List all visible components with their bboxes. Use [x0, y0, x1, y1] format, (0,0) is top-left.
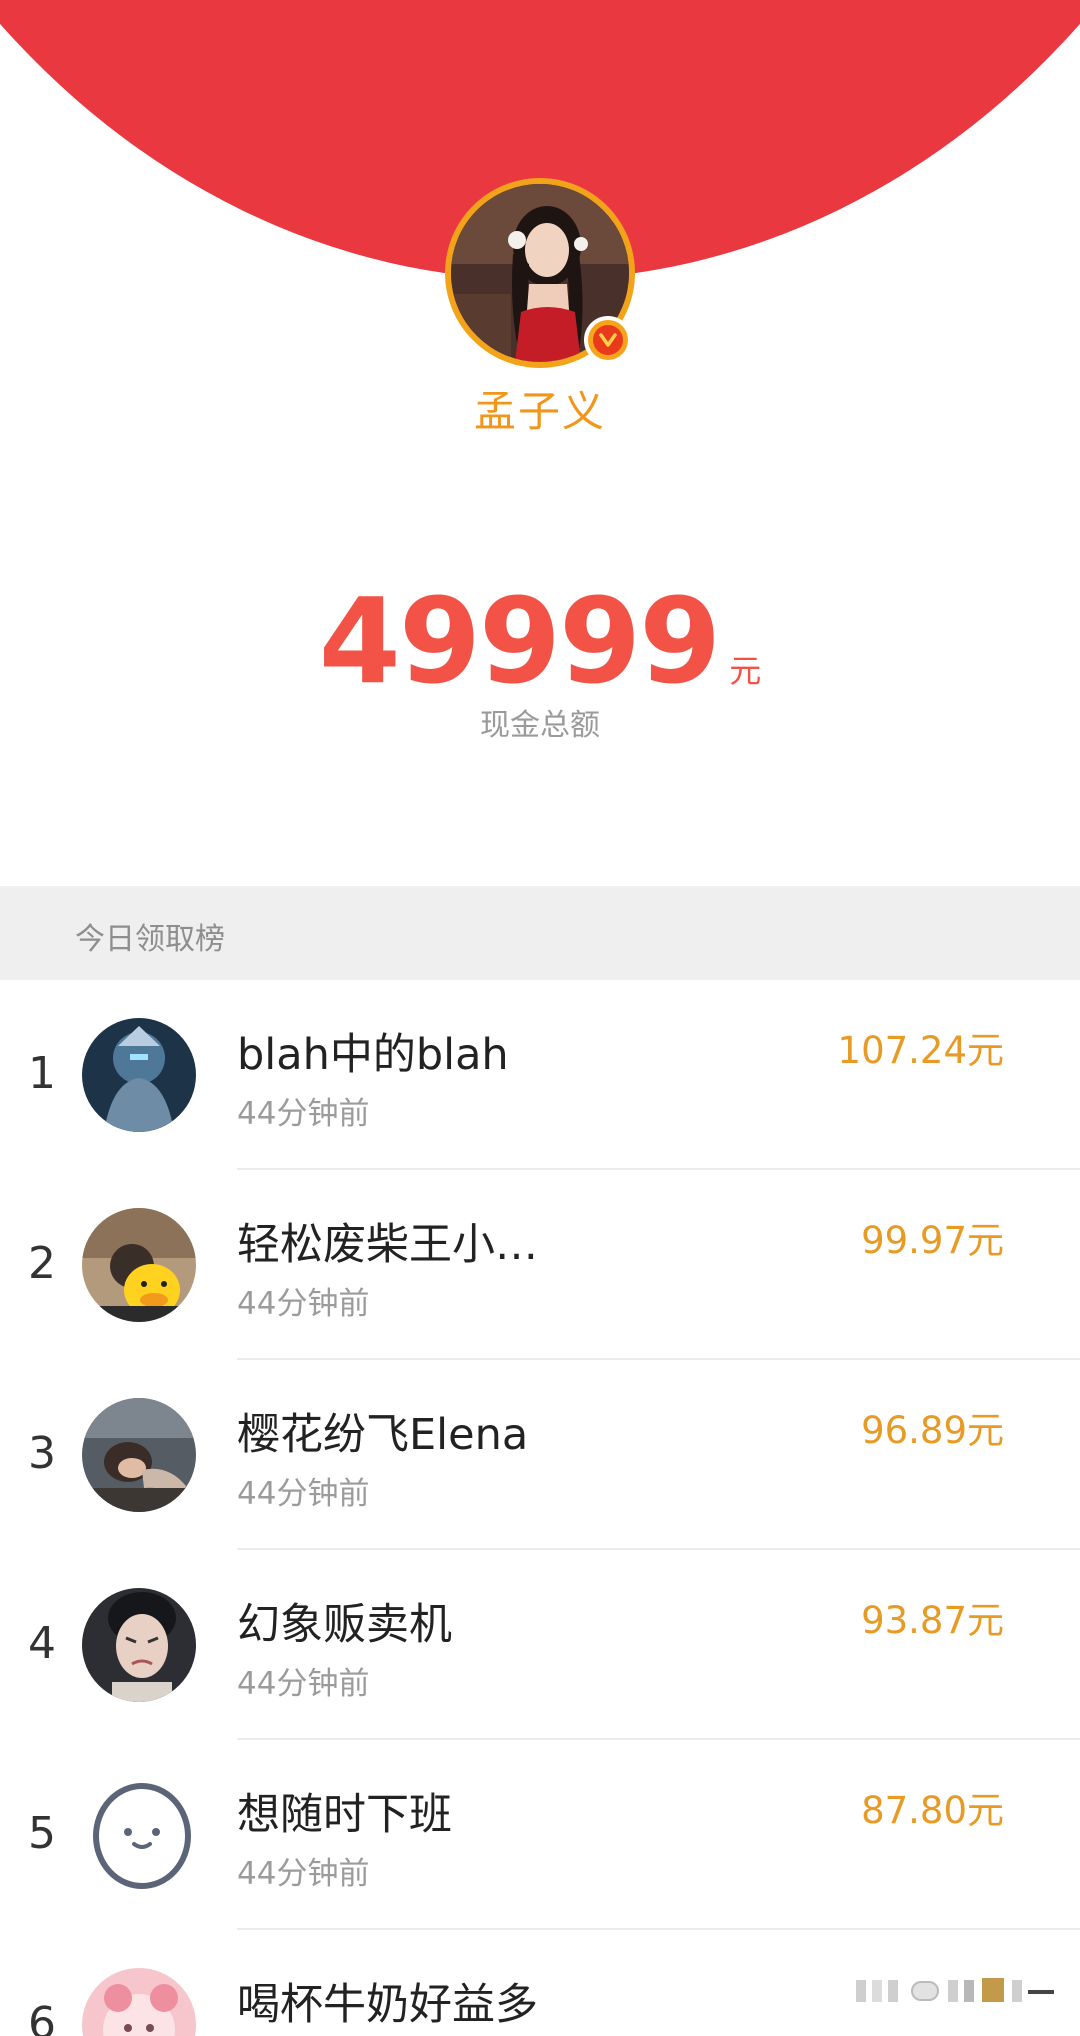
claim-amount: 96.89元 — [861, 1409, 1004, 1452]
list-item[interactable]: 3 樱花纷飞Elena 44分钟前 96.89元 — [0, 1360, 1080, 1550]
avatar[interactable] — [82, 1018, 196, 1132]
avatar[interactable] — [82, 1778, 196, 1892]
list-item[interactable]: 4 幻象贩卖机 44分钟前 93.87元 — [0, 1550, 1080, 1740]
claim-time: 44分钟前 — [237, 1856, 370, 1892]
leaderboard-header: 今日领取榜 — [0, 886, 1080, 980]
list-item[interactable]: 1 blah中的blah 44分钟前 107.24元 — [0, 980, 1080, 1170]
rank-number: 3 — [28, 1428, 56, 1479]
total-amount-unit: 元 — [729, 652, 762, 690]
avatar[interactable] — [82, 1208, 196, 1322]
total-amount: 49999 元 — [0, 572, 1080, 710]
watermark-logo — [856, 1978, 1054, 2002]
total-amount-label: 现金总额 — [480, 708, 600, 743]
user-name: 喝杯牛奶好益多 — [237, 1980, 538, 2030]
user-name: blah中的blah — [237, 1030, 509, 1080]
claim-time: 44分钟前 — [237, 1476, 370, 1512]
user-name: 幻象贩卖机 — [237, 1600, 452, 1650]
leaderboard-title: 今日领取榜 — [75, 922, 225, 957]
leaderboard-list: 1 blah中的blah 44分钟前 107.24元 2 轻松废柴王小… 44分… — [0, 980, 1080, 2036]
total-amount-value: 49999 — [318, 572, 722, 710]
claim-time: 44分钟前 — [237, 1096, 370, 1132]
rank-number: 5 — [28, 1808, 56, 1859]
avatar[interactable] — [82, 1398, 196, 1512]
user-name: 轻松废柴王小… — [237, 1220, 538, 1270]
rank-number: 1 — [28, 1048, 56, 1099]
avatar-image — [82, 1968, 196, 2036]
avatar-image — [82, 1208, 196, 1322]
red-packet-detail-page: 孟子义 49999 元 现金总额 今日领取榜 1 blah中的blah 44分钟前… — [0, 0, 1080, 2036]
rank-number: 6 — [28, 1998, 56, 2036]
claim-amount: 87.80元 — [861, 1789, 1004, 1832]
verified-v-icon — [584, 316, 632, 364]
claim-time: 44分钟前 — [237, 1666, 370, 1702]
avatar[interactable] — [82, 1968, 196, 2036]
list-item[interactable]: 5 想随时下班 44分钟前 87.80元 — [0, 1740, 1080, 1930]
claim-amount: 93.87元 — [861, 1599, 1004, 1642]
sender-name[interactable]: 孟子义 — [0, 378, 1080, 439]
avatar[interactable] — [82, 1588, 196, 1702]
rank-number: 4 — [28, 1618, 56, 1669]
claim-amount: 99.97元 — [861, 1219, 1004, 1262]
claim-amount: 107.24元 — [837, 1029, 1004, 1072]
list-item[interactable]: 2 轻松废柴王小… 44分钟前 99.97元 — [0, 1170, 1080, 1360]
claim-time: 44分钟前 — [237, 1286, 370, 1322]
avatar-image — [82, 1588, 196, 1702]
avatar-image — [82, 1398, 196, 1512]
rank-number: 2 — [28, 1238, 56, 1289]
user-name: 想随时下班 — [237, 1790, 452, 1840]
user-name: 樱花纷飞Elena — [237, 1410, 529, 1460]
avatar-image — [82, 1778, 196, 1892]
avatar-image — [82, 1018, 196, 1132]
